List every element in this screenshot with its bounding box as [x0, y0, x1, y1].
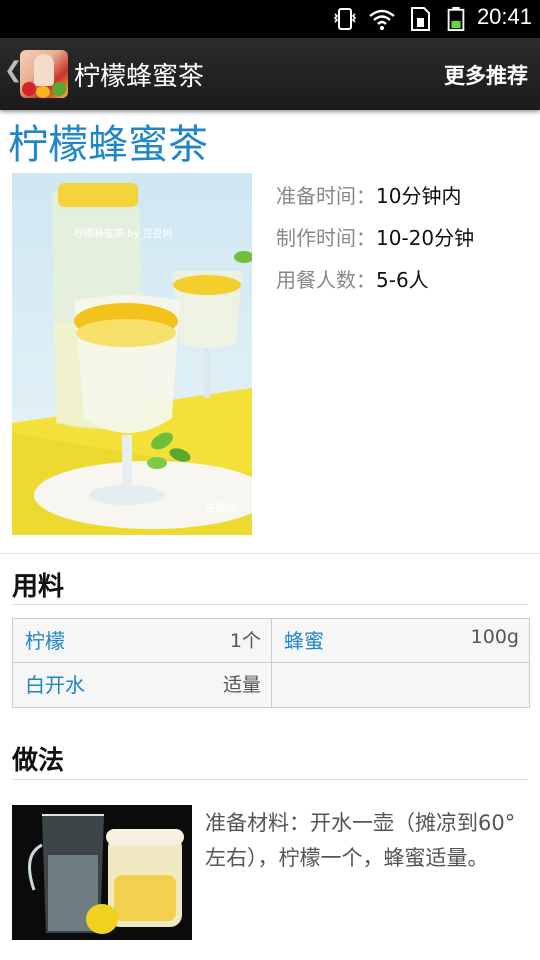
ingredient-name[interactable]: 柠檬: [25, 625, 65, 654]
info-value: 10-20分钟: [376, 226, 475, 250]
ingredients-photo: [12, 805, 192, 940]
ingredients-table: 柠檬 1个 蜂蜜 100g 白开水 适量: [12, 618, 530, 708]
ingredient-qty: 适量: [222, 674, 261, 696]
vibrate-mode-icon: [333, 8, 357, 30]
info-label: 准备时间：: [276, 184, 376, 208]
recipe-title: 柠檬蜂蜜茶: [8, 122, 208, 168]
divider: [12, 779, 528, 780]
status-bar: 20:41: [0, 0, 540, 38]
battery-icon: [447, 7, 465, 31]
step-text: 准备材料：开水一壶（摊凉到60°左右），柠檬一个，蜂蜜适量。: [205, 811, 516, 870]
info-value: 5-6人: [376, 268, 429, 292]
more-recommendations-button[interactable]: 更多推荐: [444, 60, 528, 90]
ingredient-name[interactable]: 蜂蜜: [284, 625, 324, 654]
info-label: 制作时间：: [276, 226, 376, 250]
clock: 20:41: [476, 4, 532, 29]
ingredient-name[interactable]: 白开水: [25, 669, 85, 698]
action-bar-title: 柠檬蜂蜜茶: [74, 62, 205, 92]
info-prep-time: 准备时间：10分钟内: [276, 180, 461, 209]
ingredient-item[interactable]: 白开水 适量: [13, 663, 271, 706]
divider: [0, 553, 540, 554]
douguo-logo: 豆果网: [204, 501, 237, 514]
sim-card-icon: [411, 7, 430, 31]
info-value: 10分钟内: [376, 184, 462, 208]
action-bar: ❮ 柠檬蜂蜜茶 更多推荐: [0, 38, 540, 110]
ingredient-qty: 1个: [229, 630, 261, 652]
wifi-icon: [369, 9, 395, 30]
info-label: 用餐人数：: [276, 268, 376, 292]
divider: [12, 604, 528, 605]
ingredients-heading: 用料: [12, 572, 65, 602]
info-cook-time: 制作时间：10-20分钟: [276, 222, 474, 251]
info-servings: 用餐人数：5-6人: [276, 264, 429, 293]
recipe-hero-image[interactable]: 柠檬蜂蜜茶 by 豆豆妈 豆果网: [12, 173, 252, 535]
ingredient-item[interactable]: 蜂蜜 100g: [272, 619, 529, 662]
step-image[interactable]: [12, 805, 192, 940]
steps-heading: 做法: [12, 746, 65, 776]
app-logo[interactable]: [20, 50, 68, 98]
ingredient-qty: 100g: [470, 626, 519, 648]
ingredient-item[interactable]: 柠檬 1个: [13, 619, 271, 662]
photo-watermark-caption: 柠檬蜂蜜茶 by 豆豆妈: [74, 229, 173, 240]
